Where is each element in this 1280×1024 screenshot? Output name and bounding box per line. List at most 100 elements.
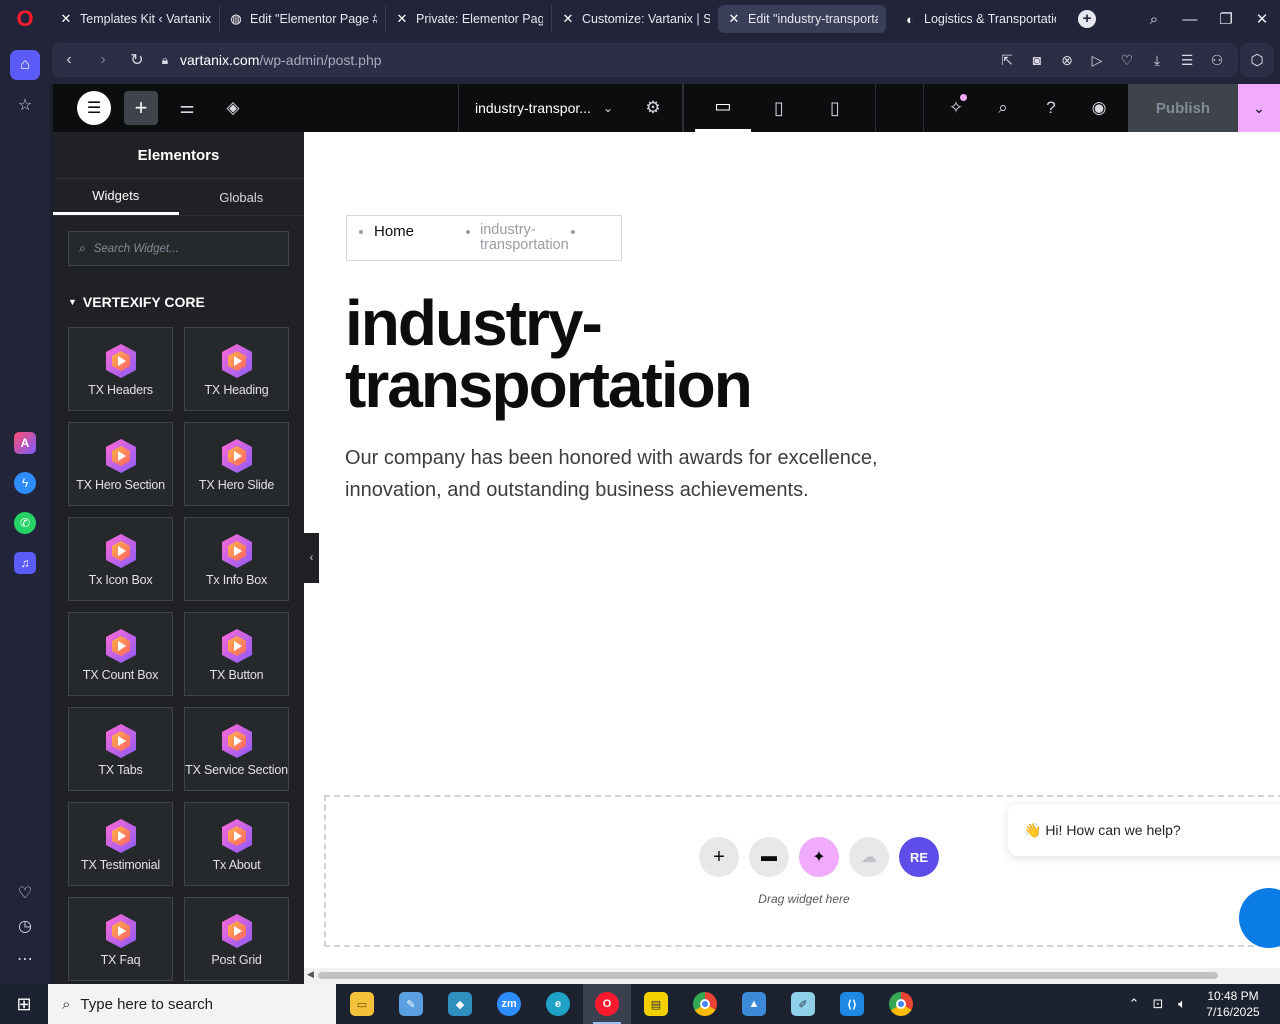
page-title[interactable]: industry- transportation bbox=[345, 291, 1045, 417]
new-tab-button[interactable]: + bbox=[1078, 10, 1096, 28]
page-settings-gear-icon[interactable]: ⚙ bbox=[636, 91, 670, 125]
widget-tx-icon-box[interactable]: Tx Icon Box bbox=[68, 517, 173, 601]
add-element-button[interactable]: + bbox=[124, 91, 158, 125]
publish-options-chevron-icon[interactable]: ⌄ bbox=[1238, 84, 1280, 132]
tab-search-icon[interactable]: ⌕ bbox=[1136, 11, 1172, 28]
notifications-icon[interactable]: ✧ bbox=[939, 91, 973, 125]
chrome-icon[interactable] bbox=[681, 984, 729, 1024]
horizontal-scrollbar[interactable]: ◀ bbox=[304, 968, 1280, 984]
music-player-icon[interactable]: ♫ bbox=[10, 548, 40, 578]
tab-globals[interactable]: Globals bbox=[179, 179, 305, 215]
file-explorer-icon[interactable]: ▭ bbox=[338, 984, 386, 1024]
aria-icon[interactable]: A bbox=[10, 428, 40, 458]
add-container-button[interactable]: + bbox=[699, 837, 739, 877]
tablet-view-icon[interactable]: ▯ bbox=[751, 84, 807, 132]
back-icon[interactable]: ‹ bbox=[52, 51, 86, 69]
bookmark-heart-icon[interactable]: ♡ bbox=[1112, 52, 1142, 69]
flow-icon[interactable]: ▷ bbox=[1082, 52, 1112, 69]
category-header[interactable]: ▼ VERTEXIFY CORE bbox=[68, 292, 289, 312]
close-window-button[interactable]: ✕ bbox=[1244, 10, 1280, 28]
edge-icon[interactable]: e bbox=[534, 984, 582, 1024]
vscode-icon[interactable]: ⟨⟩ bbox=[828, 984, 876, 1024]
widget-tx-testimonial[interactable]: TX Testimonial bbox=[68, 802, 173, 886]
share-icon[interactable]: ⇱ bbox=[992, 52, 1022, 69]
tab-widgets[interactable]: Widgets bbox=[53, 179, 179, 215]
messenger-icon[interactable]: ϟ bbox=[10, 468, 40, 498]
ai-sparkle-icon[interactable]: ✦ bbox=[799, 837, 839, 877]
download-icon[interactable]: ⤓ bbox=[1142, 52, 1172, 69]
widget-search-input[interactable] bbox=[93, 242, 274, 255]
widget-tx-info-box[interactable]: Tx Info Box bbox=[184, 517, 289, 601]
zoom-icon[interactable]: zm bbox=[485, 984, 533, 1024]
photos-icon[interactable]: ▲ bbox=[730, 984, 778, 1024]
tab-edit-industry-transportation[interactable]: ✕ Edit "industry-transportati bbox=[718, 5, 886, 33]
profile-icon[interactable]: ⚇ bbox=[1202, 52, 1232, 69]
more-icon[interactable]: ⋯ bbox=[10, 944, 40, 974]
help-icon[interactable]: ? bbox=[1034, 91, 1068, 125]
chevron-up-icon[interactable]: ⌃ bbox=[1122, 996, 1146, 1012]
widget-tx-headers[interactable]: TX Headers bbox=[68, 327, 173, 411]
chrome-icon-2[interactable] bbox=[877, 984, 925, 1024]
network-icon[interactable]: ⊡ bbox=[1146, 996, 1170, 1012]
collapse-panel-chevron-icon[interactable]: ‹ bbox=[304, 533, 319, 583]
app-diamond-icon[interactable]: ◆ bbox=[436, 984, 484, 1024]
adblock-icon[interactable]: ⊗ bbox=[1052, 52, 1082, 69]
volume-icon[interactable]: 🔈︎ bbox=[1170, 996, 1194, 1012]
scrollbar-thumb[interactable] bbox=[318, 972, 1218, 979]
publish-button[interactable]: Publish bbox=[1128, 84, 1238, 132]
sticky-notes-icon[interactable]: ▤ bbox=[632, 984, 680, 1024]
scroll-left-arrow-icon[interactable]: ◀ bbox=[307, 969, 314, 980]
history-icon[interactable]: ◷ bbox=[10, 911, 40, 941]
camera-icon[interactable]: ◙ bbox=[1022, 52, 1052, 68]
mobile-view-icon[interactable]: ▯ bbox=[807, 84, 863, 132]
widget-tx-hero-slide[interactable]: TX Hero Slide bbox=[184, 422, 289, 506]
extensions-icon[interactable]: ⬡ bbox=[1240, 43, 1274, 77]
tab-logistics-transportation[interactable]: ◐ Logistics & Transportation bbox=[894, 5, 1064, 33]
widget-tx-hero-section[interactable]: TX Hero Section bbox=[68, 422, 173, 506]
template-library-folder-icon[interactable]: ▬ bbox=[749, 837, 789, 877]
minimize-button[interactable]: — bbox=[1172, 11, 1208, 28]
kit-cloud-icon[interactable]: ☁ bbox=[849, 837, 889, 877]
tab-templates-kit[interactable]: ✕ Templates Kit ‹ Vartanix — bbox=[50, 5, 220, 33]
chat-greeting-bubble[interactable]: 👋 Hi! How can we help? bbox=[1008, 804, 1280, 856]
finder-search-icon[interactable]: ⌕ bbox=[986, 91, 1020, 125]
easy-setup-icon[interactable]: ☰ bbox=[1172, 52, 1202, 69]
structure-layers-icon[interactable]: ◈ bbox=[216, 91, 250, 125]
widget-tx-button[interactable]: TX Button bbox=[184, 612, 289, 696]
desktop-view-icon[interactable]: ▭ bbox=[695, 84, 751, 132]
breadcrumb[interactable]: Home industry-transportation bbox=[346, 215, 622, 261]
whatsapp-icon[interactable]: ✆ bbox=[10, 508, 40, 538]
forward-icon[interactable]: › bbox=[86, 51, 120, 69]
page-description[interactable]: Our company has been honored with awards… bbox=[345, 442, 905, 506]
taskbar-search[interactable]: ⌕ Type here to search bbox=[48, 984, 336, 1024]
star-icon[interactable]: ☆ bbox=[10, 90, 40, 120]
widget-post-grid[interactable]: Post Grid bbox=[184, 897, 289, 981]
widget-tx-tabs[interactable]: TX Tabs bbox=[68, 707, 173, 791]
tab-private-elementor-page[interactable]: ✕ Private: Elementor Page # bbox=[386, 5, 552, 33]
site-settings-icon[interactable]: ⚌ bbox=[170, 91, 204, 125]
opera-logo-icon[interactable]: O bbox=[0, 0, 50, 38]
royal-elementor-icon[interactable]: RE bbox=[899, 837, 939, 877]
elementor-logo-icon[interactable]: ☰ bbox=[77, 91, 111, 125]
paint-icon[interactable]: ✎ bbox=[387, 984, 435, 1024]
restore-button[interactable]: ❐ bbox=[1208, 10, 1244, 28]
reload-icon[interactable]: ↻ bbox=[120, 50, 154, 70]
url-field[interactable]: vartanix.com/wp-admin/post.php bbox=[180, 52, 382, 68]
widget-tx-about[interactable]: Tx About bbox=[184, 802, 289, 886]
tab-edit-elementor-page[interactable]: ◍ Edit "Elementor Page #10 bbox=[220, 5, 386, 33]
tab-customize-vartanix[interactable]: ✕ Customize: Vartanix | Soft bbox=[552, 5, 718, 33]
widget-label: TX Hero Slide bbox=[198, 478, 275, 492]
notepad-icon[interactable]: ✐ bbox=[779, 984, 827, 1024]
preview-eye-icon[interactable]: ◉ bbox=[1082, 91, 1116, 125]
breadcrumb-home-link[interactable]: Home bbox=[374, 223, 414, 240]
opera-taskbar-icon[interactable]: O bbox=[583, 984, 631, 1024]
widget-tx-count-box[interactable]: TX Count Box bbox=[68, 612, 173, 696]
heart-icon[interactable]: ♡ bbox=[10, 878, 40, 908]
windows-start-icon[interactable]: ⊞ bbox=[0, 984, 48, 1024]
clock[interactable]: 10:48 PM 7/16/2025 bbox=[1194, 988, 1272, 1020]
widget-tx-heading[interactable]: TX Heading bbox=[184, 327, 289, 411]
lock-icon[interactable]: 🔒︎ bbox=[154, 53, 176, 68]
widget-tx-faq[interactable]: TX Faq bbox=[68, 897, 173, 981]
home-icon[interactable]: ⌂ bbox=[10, 50, 40, 80]
widget-tx-service-section[interactable]: TX Service Section bbox=[184, 707, 289, 791]
